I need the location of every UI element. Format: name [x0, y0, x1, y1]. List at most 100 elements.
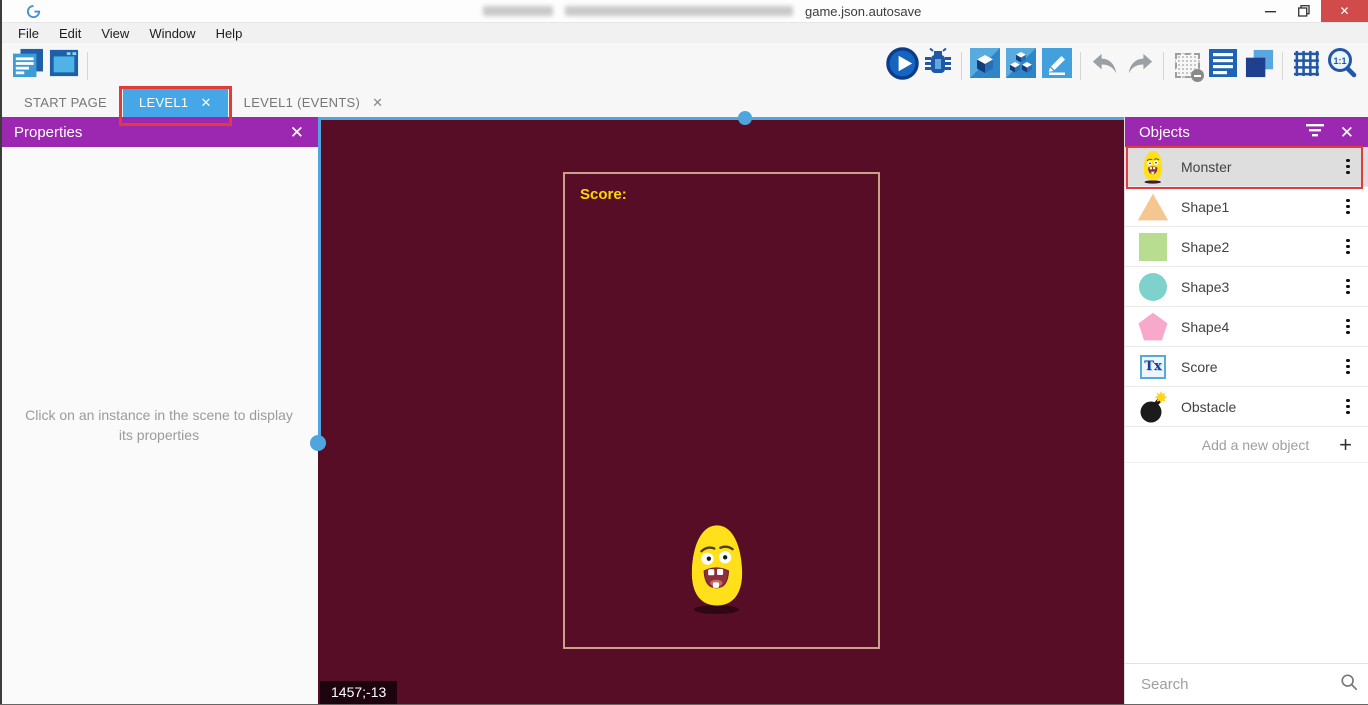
scene-properties-button[interactable]: [1039, 47, 1075, 85]
tx-glyph: Tx: [1140, 355, 1166, 379]
redacted-path-segment: [565, 6, 793, 16]
object-label: Shape2: [1181, 239, 1334, 255]
undo-button[interactable]: [1086, 47, 1122, 85]
debugger-button[interactable]: [920, 47, 956, 85]
properties-panel: Properties ✕ Click on an instance in the…: [0, 117, 318, 705]
window-title-text: game.json.autosave: [805, 4, 921, 19]
object-cube-icon: [970, 48, 1000, 83]
tab-close-icon[interactable]: ✕: [200, 95, 211, 111]
toolbar-divider: [1080, 52, 1081, 80]
square-icon: [1125, 232, 1181, 262]
tab-label: START PAGE: [24, 95, 107, 110]
filter-icon[interactable]: [1306, 123, 1324, 142]
properties-panel-header: Properties ✕: [0, 117, 318, 147]
pentagon-icon: [1125, 311, 1181, 343]
objects-panel-title: Objects: [1139, 124, 1190, 141]
search-icon[interactable]: [1340, 673, 1358, 696]
svg-text:1:1: 1:1: [1333, 56, 1346, 66]
properties-empty-message: Click on an instance in the scene to dis…: [0, 405, 318, 445]
object-row-shape3[interactable]: Shape3: [1125, 267, 1368, 307]
instances-editor-button[interactable]: [1003, 47, 1039, 85]
objects-panel-header: Objects ✕: [1125, 117, 1368, 147]
instances-list-button[interactable]: [1205, 47, 1241, 85]
menu-file[interactable]: File: [8, 23, 49, 44]
object-row-shape1[interactable]: Shape1: [1125, 187, 1368, 227]
toolbar-divider: [1163, 52, 1164, 80]
redo-button[interactable]: [1122, 47, 1158, 85]
instances-cubes-icon: [1006, 48, 1036, 83]
tab-label: LEVEL1 (EVENTS): [244, 95, 361, 110]
start-page-button[interactable]: [46, 47, 82, 85]
object-row-monster[interactable]: Monster: [1125, 147, 1368, 187]
instances-list-icon: [1209, 49, 1237, 82]
layers-button[interactable]: [1241, 47, 1277, 85]
monster-instance[interactable]: [683, 520, 751, 620]
delete-selection-icon: [1175, 53, 1200, 78]
menu-help[interactable]: Help: [206, 23, 253, 44]
monster-thumbnail-icon: [1125, 149, 1181, 184]
scene-splitter-line[interactable]: [318, 120, 321, 446]
menu-view[interactable]: View: [91, 23, 139, 44]
start-page-icon: [48, 48, 80, 83]
grid-button[interactable]: [1288, 47, 1324, 85]
score-text-instance[interactable]: Score:: [580, 186, 627, 203]
redo-arrow-icon: [1125, 48, 1156, 84]
object-label: Shape4: [1181, 319, 1334, 335]
tab-close-icon[interactable]: ✕: [372, 95, 383, 111]
project-manager-button[interactable]: [10, 47, 46, 85]
kebab-menu-icon[interactable]: [1334, 399, 1368, 415]
cursor-coordinates-readout: 1457;-13: [320, 681, 397, 704]
bomb-icon: [1125, 390, 1181, 424]
tab-label: LEVEL1: [139, 95, 189, 110]
tab-level1[interactable]: LEVEL1 ✕: [123, 88, 228, 117]
kebab-menu-icon[interactable]: [1334, 319, 1368, 335]
add-object-label: Add a new object: [1125, 437, 1368, 453]
menu-bar: File Edit View Window Help: [0, 22, 1368, 43]
kebab-menu-icon[interactable]: [1334, 239, 1368, 255]
zoom-1-1-button[interactable]: 1:1: [1324, 47, 1360, 85]
properties-panel-title: Properties: [14, 124, 82, 141]
redacted-title-segment: [483, 6, 553, 16]
plus-icon: +: [1339, 434, 1352, 456]
splitter-handle-top[interactable]: [738, 111, 752, 125]
kebab-menu-icon[interactable]: [1334, 199, 1368, 215]
tab-level1-events[interactable]: LEVEL1 (EVENTS) ✕: [228, 88, 400, 117]
kebab-menu-icon[interactable]: [1334, 279, 1368, 295]
toolbar-divider: [1282, 52, 1283, 80]
object-row-score[interactable]: Tx Score: [1125, 347, 1368, 387]
menu-edit[interactable]: Edit: [49, 23, 91, 44]
menu-window[interactable]: Window: [139, 23, 205, 44]
project-manager-icon: [12, 48, 44, 83]
close-icon[interactable]: ✕: [290, 124, 304, 141]
object-row-shape2[interactable]: Shape2: [1125, 227, 1368, 267]
preview-play-button[interactable]: [884, 47, 920, 85]
scene-canvas[interactable]: Score: 1457;-13: [318, 117, 1124, 705]
search-input[interactable]: [1141, 676, 1340, 693]
object-label: Obstacle: [1181, 399, 1334, 415]
window-left-edge: [0, 0, 2, 705]
object-label: Shape3: [1181, 279, 1334, 295]
toolbar-divider: [961, 52, 962, 80]
add-new-object-button[interactable]: Add a new object +: [1125, 427, 1368, 463]
objects-editor-button[interactable]: [967, 47, 1003, 85]
minimize-button[interactable]: [1253, 0, 1287, 22]
restore-button[interactable]: [1287, 0, 1321, 22]
close-button[interactable]: ✕: [1321, 0, 1368, 22]
object-label: Monster: [1181, 159, 1334, 175]
delete-instances-button[interactable]: [1169, 47, 1205, 85]
pencil-icon: [1042, 48, 1072, 83]
close-icon[interactable]: ✕: [1340, 124, 1354, 141]
zoom-1-1-icon: 1:1: [1326, 47, 1358, 84]
kebab-menu-icon[interactable]: [1334, 359, 1368, 375]
object-row-shape4[interactable]: Shape4: [1125, 307, 1368, 347]
tab-start-page[interactable]: START PAGE: [8, 88, 123, 117]
triangle-icon: [1125, 191, 1181, 223]
kebab-menu-icon[interactable]: [1334, 159, 1368, 175]
bug-icon: [923, 48, 953, 83]
splitter-handle-left[interactable]: [310, 435, 326, 451]
object-label: Score: [1181, 359, 1334, 375]
toolbar-divider: [87, 52, 88, 80]
object-row-obstacle[interactable]: Obstacle: [1125, 387, 1368, 427]
play-icon: [886, 47, 919, 85]
window-title: game.json.autosave: [483, 3, 921, 19]
